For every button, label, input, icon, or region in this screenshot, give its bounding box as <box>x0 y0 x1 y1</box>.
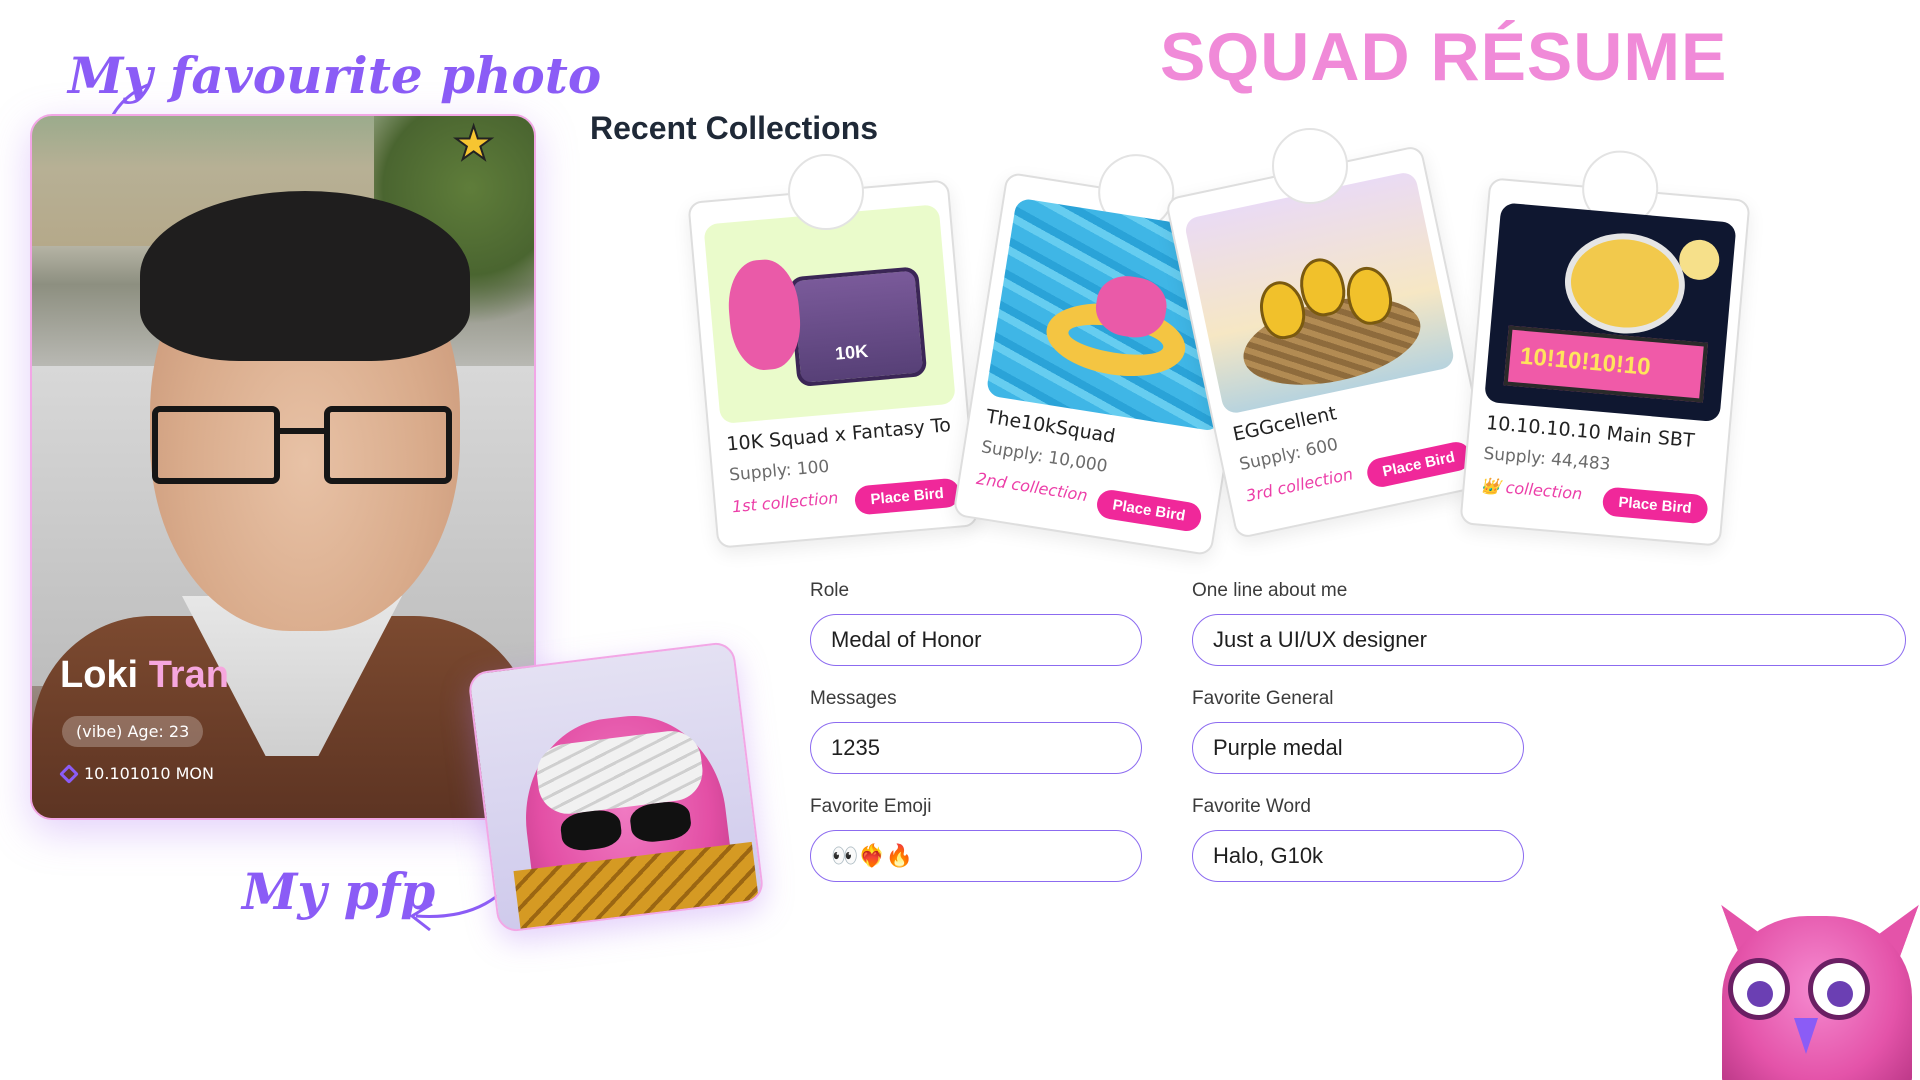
collection-tag: 2nd collection <box>975 468 1089 506</box>
owl-eye-left <box>1728 958 1790 1020</box>
photo-hair <box>140 191 470 361</box>
collection-tag: 👑 collection <box>1479 475 1584 504</box>
vibe-badge: (vibe) Age: 23 <box>62 716 204 747</box>
astronaut-bird <box>1560 228 1690 339</box>
about-field[interactable] <box>1192 614 1906 666</box>
glasses-lens-left <box>152 406 280 484</box>
chest-label: 10K <box>834 340 869 364</box>
moon <box>1677 238 1721 282</box>
messages-field[interactable] <box>810 722 1142 774</box>
general-field[interactable] <box>1192 722 1524 774</box>
treasure-chest <box>788 266 928 388</box>
emoji-label: Favorite Emoji <box>810 796 932 817</box>
place-bird-button[interactable]: Place Bird <box>1601 486 1709 525</box>
general-label: Favorite General <box>1192 688 1334 709</box>
profile-name: Loki Tran <box>60 654 229 697</box>
collection-supply: Supply: 100 <box>728 456 831 486</box>
glasses-lens-right <box>324 406 452 484</box>
balance: 10.101010 MON <box>59 763 214 784</box>
balance-value: 10.101010 MON <box>84 764 214 783</box>
card-hole <box>788 154 864 230</box>
collection-supply: Supply: 44,483 <box>1482 443 1612 475</box>
about-label: One line about me <box>1192 580 1348 601</box>
owl-mascot <box>1712 896 1920 1080</box>
last-name: Tran <box>148 654 229 696</box>
collection-tag: 1st collection <box>731 488 840 517</box>
star-icon[interactable]: ★ <box>452 115 495 171</box>
messages-label: Messages <box>810 688 897 709</box>
first-name: Loki <box>60 654 139 696</box>
place-bird-button[interactable]: Place Bird <box>1094 487 1204 534</box>
recent-collections-heading: Recent Collections <box>590 110 879 146</box>
word-field[interactable] <box>1192 830 1524 882</box>
place-bird-button[interactable]: Place Bird <box>853 477 961 516</box>
collection-art <box>1183 170 1456 416</box>
collection-art: 10K <box>703 204 956 425</box>
word-label: Favorite Word <box>1192 796 1311 817</box>
glasses-bridge <box>278 428 326 434</box>
role-label: Role <box>810 580 850 601</box>
collection-card[interactable]: 10K 10K Squad x Fantasy To Supply: 100 1… <box>687 179 979 549</box>
owl-eye-right <box>1808 958 1870 1020</box>
diamond-icon <box>59 763 79 784</box>
role-field[interactable] <box>810 614 1142 666</box>
photo-glasses <box>152 406 452 486</box>
card-hole <box>1272 128 1348 204</box>
pfp-card[interactable] <box>467 640 765 934</box>
pink-bird <box>724 256 805 373</box>
collection-art: 10!10!10!10 <box>1484 202 1737 423</box>
emoji-field[interactable] <box>810 830 1142 882</box>
collection-card[interactable]: 10!10!10!10 10.10.10.10 Main SBT Supply:… <box>1459 147 1751 547</box>
profile-card: Loki Tran (vibe) Age: 23 10.101010 MON <box>30 114 536 820</box>
place-bird-button[interactable]: Place Bird <box>1364 439 1474 490</box>
